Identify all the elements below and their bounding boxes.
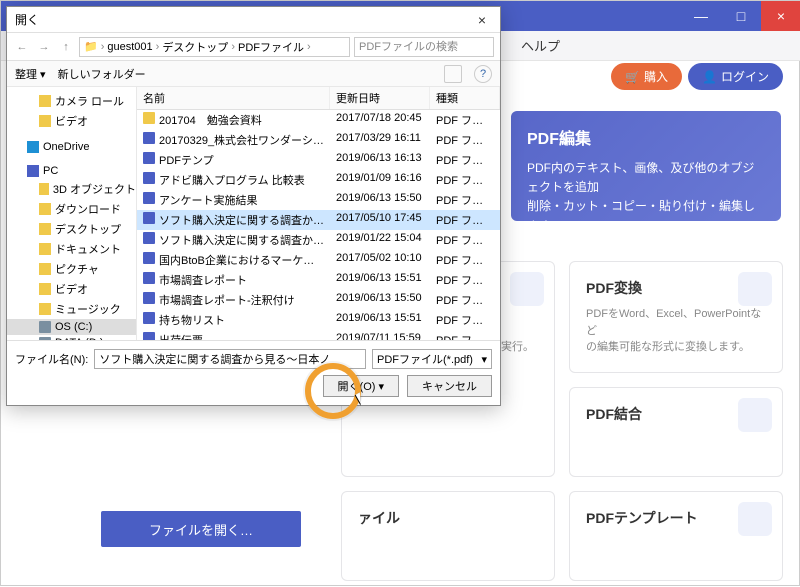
tree-item[interactable]: OneDrive [7,139,136,155]
cancel-button[interactable]: キャンセル [407,375,492,397]
menu-help[interactable]: ヘルプ [521,36,560,55]
col-date[interactable]: 更新日時 [330,87,430,109]
filename-input[interactable] [94,349,366,369]
new-folder-button[interactable]: 新しいフォルダー [58,66,146,82]
card-merge[interactable]: PDF結合 [569,387,783,477]
view-mode-icon[interactable] [444,65,462,83]
breadcrumb[interactable]: 📁› guest001› デスクトップ› PDFファイル› [79,37,350,57]
tree-item[interactable]: ドキュメント [7,239,136,259]
nav-up[interactable]: ↑ [57,41,75,53]
login-button[interactable]: 👤ログイン [688,63,783,90]
hero-title: PDF編集 [527,125,765,149]
col-name[interactable]: 名前 [137,87,330,109]
tree-item[interactable]: デスクトップ [7,219,136,239]
file-row[interactable]: 201704 勉強会資料2017/07/18 20:45PDF ファイル [137,110,500,130]
tree-item[interactable]: カメラ ロール [7,91,136,111]
cart-icon: 🛒 [625,70,640,84]
search-input[interactable]: PDFファイルの検索 [354,37,494,57]
tree-item[interactable]: ピクチャ [7,259,136,279]
filename-label: ファイル名(N): [15,351,88,367]
file-row[interactable]: 出荷伝票2019/07/11 15:59PDF ファイル [137,330,500,340]
batch-icon [510,272,544,306]
dialog-title: 開く [15,11,39,28]
file-row[interactable]: 持ち物リスト2019/06/13 15:51PDF ファイル [137,310,500,330]
card-convert[interactable]: PDF変換 PDFをWord、Excel、PowerPointなど の編集可能な… [569,261,783,373]
open-file-button[interactable]: ファイルを開く… [101,511,301,547]
hero-desc1: PDF内のテキスト、画像、及び他のオブジェクトを追加 [527,159,765,197]
col-type[interactable]: 種類 [430,87,500,109]
help-icon[interactable]: ? [474,65,492,83]
file-row[interactable]: 20170329_株式会社ワンダーシェアーソ…2017/03/29 16:11P… [137,130,500,150]
file-row[interactable]: アドビ購入プログラム 比較表2019/01/09 16:16PDF ファイル [137,170,500,190]
tree-item[interactable]: ミュージック [7,299,136,319]
user-icon: 👤 [702,70,717,84]
buy-button[interactable]: 🛒購入 [611,63,682,90]
nav-tree[interactable]: カメラ ロールビデオ OneDrive PC3D オブジェクトダウンロードデスクトッ… [7,87,137,340]
file-list[interactable]: 名前 更新日時 種類 201704 勉強会資料2017/07/18 20:45P… [137,87,500,340]
merge-icon [738,398,772,432]
filetype-filter[interactable]: PDFファイル(*.pdf)▾ [372,349,492,369]
dialog-close[interactable]: × [472,12,492,28]
convert-icon [738,272,772,306]
hero-pdf-edit[interactable]: PDF編集 PDF内のテキスト、画像、及び他のオブジェクトを追加 削除・カット・… [511,111,781,221]
card-template[interactable]: PDFテンプレート [569,491,783,581]
nav-back[interactable]: ← [13,41,31,53]
tree-item[interactable]: ダウンロード [7,199,136,219]
file-row[interactable]: PDFテンプ2019/06/13 16:13PDF ファイル [137,150,500,170]
file-row[interactable]: ソフト購入決定に関する調査から見る～…2019/01/22 15:04PDF フ… [137,230,500,250]
window-minimize[interactable]: — [681,1,721,31]
organize-button[interactable]: 整理 ▾ [15,66,46,82]
file-row[interactable]: 市場調査レポート2019/06/13 15:51PDF ファイル [137,270,500,290]
tree-item[interactable]: PC [7,163,136,179]
window-maximize[interactable]: □ [721,1,761,31]
file-open-dialog: 開く × ← → ↑ 📁› guest001› デスクトップ› PDFファイル›… [6,6,501,406]
card-file-fragment: ァイル [341,491,555,581]
tree-item[interactable]: OS (C:) [7,319,136,335]
tree-item[interactable]: ビデオ [7,279,136,299]
window-close[interactable]: × [761,1,800,31]
tree-item[interactable]: ビデオ [7,111,136,131]
file-row[interactable]: ソフト購入決定に関する調査から見る～…2017/05/10 17:45PDF フ… [137,210,500,230]
nav-forward[interactable]: → [35,41,53,53]
file-row[interactable]: 国内BtoB企業におけるマーケティング活…2017/05/02 10:10PDF… [137,250,500,270]
file-row[interactable]: 市場調査レポート-注釈付け2019/06/13 15:50PDF ファイル [137,290,500,310]
hero-desc2: 削除・カット・コピー・貼り付け・編集します。 [527,197,765,235]
file-row[interactable]: アンケート実施結果2019/06/13 15:50PDF ファイル [137,190,500,210]
tree-item[interactable]: 3D オブジェクト [7,179,136,199]
template-icon [738,502,772,536]
